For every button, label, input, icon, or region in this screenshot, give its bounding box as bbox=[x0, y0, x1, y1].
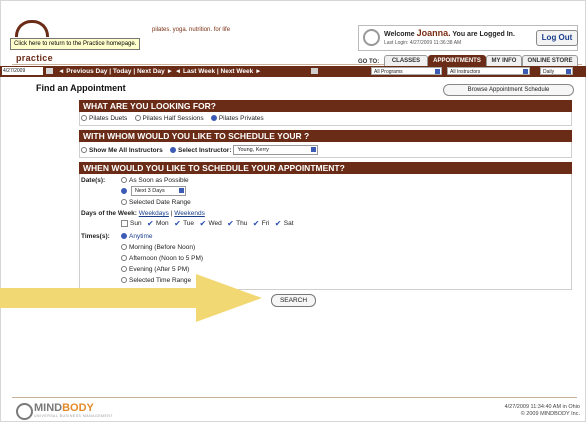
section-when-heading: WHEN WOULD YOU LIKE TO SCHEDULE YOUR APP… bbox=[79, 162, 572, 174]
day-fri-checkbox[interactable]: ✔ Fri bbox=[252, 218, 270, 228]
checkmark-icon: ✔ bbox=[199, 218, 207, 228]
option-pilates-privates[interactable]: Pilates Privates bbox=[210, 115, 264, 122]
date-range-select-value: Next 3 Days bbox=[134, 188, 165, 194]
radio-icon bbox=[121, 266, 127, 273]
mindbody-tagline: UNIVERSAL BUSINESS MANAGEMENT bbox=[34, 414, 113, 418]
goto-label: GO TO: bbox=[358, 59, 380, 65]
checkmark-icon: ✔ bbox=[274, 218, 282, 228]
option-pilates-duets[interactable]: Pilates Duets bbox=[81, 115, 127, 122]
times-label: Times(s): bbox=[81, 233, 110, 240]
days-of-week-row: Days of the Week: Weekdays | Weekends bbox=[81, 210, 205, 217]
brand-name[interactable]: practice bbox=[16, 53, 53, 63]
radio-selected-icon bbox=[121, 233, 127, 240]
calendar-icon[interactable] bbox=[46, 68, 53, 74]
day-thu-checkbox[interactable]: ✔ Thu bbox=[227, 218, 247, 228]
mindbody-logo[interactable]: MINDBODY bbox=[34, 402, 94, 414]
day-sun-checkbox[interactable]: Sun bbox=[121, 219, 142, 227]
time-afternoon-option[interactable]: Afternoon (Noon to 5 PM) bbox=[121, 254, 203, 263]
checkmark-icon: ✔ bbox=[174, 218, 181, 228]
radio-icon bbox=[121, 277, 127, 284]
highlight-arrow-icon bbox=[0, 288, 196, 308]
day-wed-checkbox[interactable]: ✔ Wed bbox=[199, 218, 221, 228]
day-checkboxes: Sun ✔ Mon ✔ Tue ✔ Wed ✔ Thu ✔ Fri ✔ Sat bbox=[121, 219, 294, 228]
checkmark-icon: ✔ bbox=[252, 218, 260, 228]
time-morning-option[interactable]: Morning (Before Noon) bbox=[121, 243, 195, 252]
program-select[interactable]: All Programs bbox=[371, 67, 442, 75]
radio-icon bbox=[121, 244, 127, 251]
date-selected-range-option[interactable]: Selected Date Range bbox=[121, 198, 191, 207]
radio-icon bbox=[81, 115, 87, 122]
service-options: Pilates Duets Pilates Half Sessions Pila… bbox=[81, 114, 264, 123]
date-asap-option[interactable]: As Soon as Possible bbox=[121, 176, 189, 185]
view-select[interactable]: Daily bbox=[540, 67, 573, 75]
program-select-value: All Programs bbox=[374, 69, 403, 75]
chevron-down-icon bbox=[311, 147, 317, 152]
days-label: Days of the Week: bbox=[81, 210, 137, 217]
search-button[interactable]: SEARCH bbox=[271, 294, 316, 307]
logout-button[interactable]: Log Out bbox=[536, 30, 578, 46]
chevron-down-icon bbox=[178, 188, 184, 193]
browse-schedule-button[interactable]: Browse Appointment Schedule bbox=[443, 84, 574, 96]
homepage-tooltip: Click here to return to the Practice hom… bbox=[10, 38, 141, 50]
radio-icon bbox=[121, 199, 127, 206]
welcome-suffix: You are Logged In. bbox=[452, 31, 515, 38]
view-select-value: Daily bbox=[543, 69, 555, 75]
date-field[interactable]: 4/27/2009 bbox=[2, 67, 43, 75]
welcome-prefix: Welcome bbox=[384, 31, 415, 38]
tagline: pilates. yoga. nutrition. for life bbox=[152, 27, 231, 33]
highlight-arrowhead-icon bbox=[196, 274, 262, 322]
radio-selected-icon bbox=[170, 147, 177, 153]
print-icon[interactable] bbox=[311, 68, 318, 74]
user-name: Joanna. bbox=[416, 28, 451, 38]
day-tue-checkbox[interactable]: ✔ Tue bbox=[174, 218, 194, 228]
instructor-select-value: Young, Kerry bbox=[237, 147, 269, 153]
instructor-select[interactable]: Young, Kerry bbox=[233, 145, 319, 155]
section-looking-for-heading: WHAT ARE YOU LOOKING FOR? bbox=[79, 100, 572, 112]
day-mon-checkbox[interactable]: ✔ Mon bbox=[147, 218, 169, 228]
radio-icon bbox=[81, 147, 87, 153]
instructor-filter-value: All Instructors bbox=[450, 69, 481, 75]
last-login: Last Login: 4/27/2009 11:36:38 AM bbox=[384, 40, 462, 46]
checkmark-icon: ✔ bbox=[227, 218, 234, 228]
mindbody-logo-icon bbox=[16, 403, 33, 420]
date-next-option[interactable]: Next 3 Days bbox=[121, 186, 186, 196]
checkbox-icon bbox=[121, 219, 128, 227]
radio-selected-icon bbox=[210, 115, 217, 122]
footer-timestamp: 4/27/2009 11:34:40 AM in Ohio bbox=[504, 404, 580, 410]
user-icon bbox=[363, 29, 380, 46]
radio-icon bbox=[121, 177, 127, 184]
footer-copyright: © 2009 MINDBODY Inc. bbox=[520, 411, 580, 417]
page-title: Find an Appointment bbox=[36, 83, 126, 93]
section-instructor-heading: WITH WHOM WOULD YOU LIKE TO SCHEDULE YOU… bbox=[79, 130, 572, 142]
weekends-link[interactable]: Weekends bbox=[174, 210, 205, 217]
chevron-down-icon bbox=[566, 69, 571, 74]
footer-info: 4/27/2009 11:34:40 AM in Ohio © 2009 MIN… bbox=[505, 404, 580, 418]
footer-divider bbox=[12, 397, 577, 398]
time-anytime-option[interactable]: Anytime bbox=[121, 232, 152, 241]
option-pilates-half-sessions[interactable]: Pilates Half Sessions bbox=[134, 115, 204, 122]
radio-icon bbox=[134, 115, 141, 122]
weekdays-link[interactable]: Weekdays bbox=[139, 210, 169, 217]
instructor-filter-select[interactable]: All Instructors bbox=[447, 67, 530, 75]
date-nav-links[interactable]: ◄ Previous Day | Today | Next Day ► ◄ La… bbox=[58, 67, 262, 76]
instructor-options: Show Me All Instructors Select Instructo… bbox=[81, 145, 319, 155]
radio-selected-icon bbox=[121, 188, 127, 194]
checkmark-icon: ✔ bbox=[147, 218, 154, 228]
time-evening-option[interactable]: Evening (After 5 PM) bbox=[121, 265, 189, 274]
chevron-down-icon bbox=[435, 69, 440, 74]
option-select-instructor[interactable]: Select Instructor: bbox=[170, 147, 232, 154]
radio-icon bbox=[121, 255, 127, 262]
chevron-down-icon bbox=[523, 69, 528, 74]
welcome-message: Welcome Joanna. You are Logged In. bbox=[384, 28, 515, 38]
day-sat-checkbox[interactable]: ✔ Sat bbox=[274, 218, 294, 228]
dates-label: Date(s): bbox=[81, 177, 106, 184]
option-show-all-instructors[interactable]: Show Me All Instructors bbox=[81, 147, 163, 154]
time-selected-range-option[interactable]: Selected Time Range bbox=[121, 276, 191, 285]
date-range-select[interactable]: Next 3 Days bbox=[130, 186, 186, 196]
